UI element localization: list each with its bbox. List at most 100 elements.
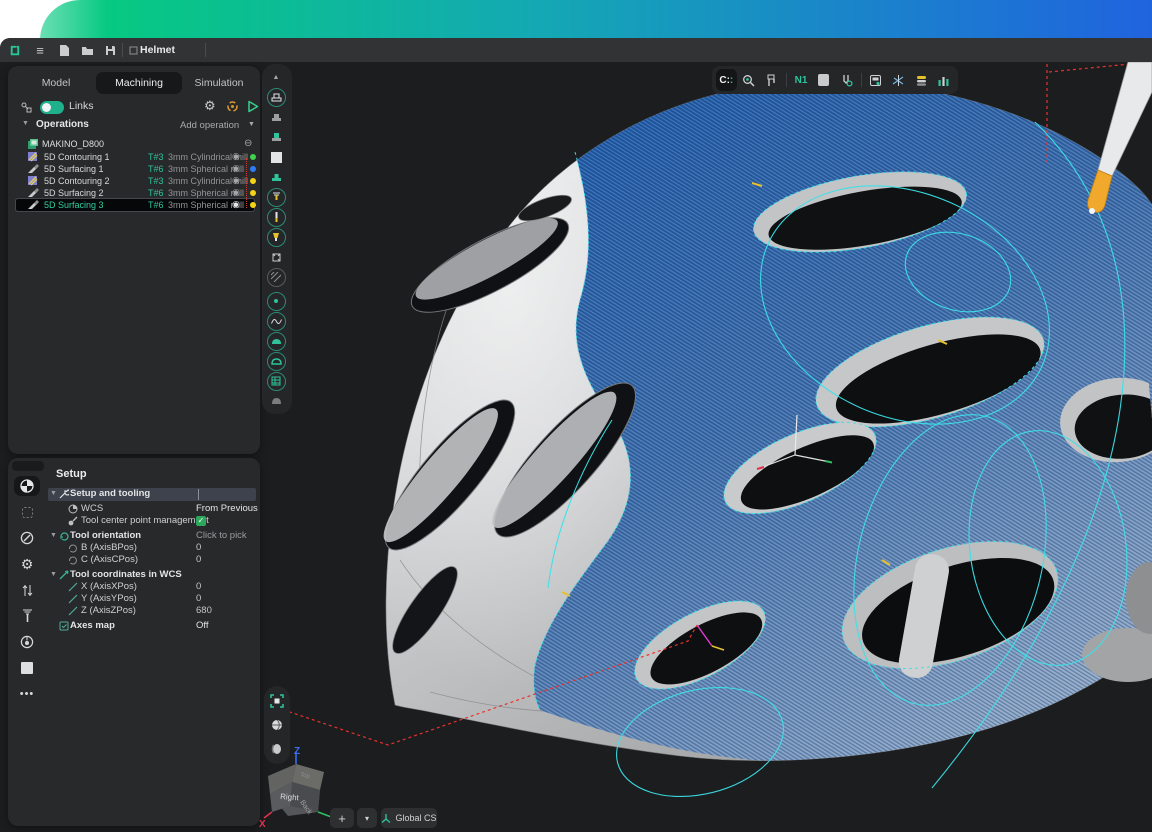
setup-row-value[interactable]: 0 — [196, 593, 201, 605]
machine-visibility-icon[interactable] — [263, 87, 289, 107]
machine-globe-icon[interactable] — [14, 632, 40, 652]
setup-row[interactable]: Y (AxisYPos) 0 — [48, 593, 256, 605]
nc-program-button[interactable]: N1 — [791, 69, 812, 91]
setup-row-section[interactable]: ▼ Tool orientation Click to pick — [48, 530, 256, 542]
chevron-down-icon[interactable]: ▼ — [22, 120, 29, 127]
tool-shank-icon[interactable] — [263, 207, 289, 227]
suppress-icon[interactable]: ⊖ — [244, 137, 252, 150]
setup-row-value[interactable]: From Previous — [196, 503, 258, 515]
links-label: Links — [69, 100, 94, 112]
setup-row[interactable]: Tool center point management ✓ — [48, 515, 256, 527]
collapse-chevron-icon[interactable]: ▲ — [263, 67, 289, 87]
fixture-icon[interactable] — [263, 167, 289, 187]
fit-view-icon[interactable] — [264, 691, 290, 711]
statistics-bars-button[interactable] — [933, 69, 954, 91]
panel-drag-handle[interactable] — [12, 461, 44, 471]
mesh-icon[interactable] — [263, 331, 289, 351]
setup-row-section[interactable]: ▼ Tool coordinates in WCS — [48, 569, 256, 581]
control-panel-button[interactable] — [866, 69, 887, 91]
setup-row-value[interactable]: 0 — [196, 581, 201, 593]
tool-mill-icon[interactable] — [14, 606, 40, 626]
stock-icon[interactable] — [263, 147, 289, 167]
recalculate-icon[interactable] — [226, 100, 239, 113]
axes-cross-button[interactable] — [888, 69, 909, 91]
setup-row[interactable]: WCS From Previous — [48, 503, 256, 515]
tool-holder-icon[interactable] — [263, 227, 289, 247]
tab-machining[interactable]: Machining — [96, 72, 182, 94]
operation-row-selected[interactable]: 5D Surfacing 3 T#6 3mm Spherical mill ◉ — [16, 199, 254, 211]
stock-square-icon[interactable] — [14, 658, 40, 678]
column-splitter[interactable] — [198, 489, 199, 500]
surfacing-op-icon — [28, 188, 39, 198]
workpiece-box-icon[interactable] — [263, 247, 289, 267]
expand-cs-button[interactable]: ▾ — [357, 808, 377, 828]
visibility-eye-icon[interactable]: ◉ — [232, 198, 240, 211]
viewport-3d[interactable] — [260, 62, 1152, 832]
operation-name: 5D Contouring 1 — [44, 151, 110, 163]
operation-row[interactable]: 5D Surfacing 1 T#6 3mm Spherical mill ◉ — [16, 163, 254, 175]
machine-row[interactable]: MAKINO_D800 ⊖ — [16, 138, 254, 150]
tool-center-icon — [68, 516, 78, 526]
operations-header: ▼ Operations Add operation ▼ — [8, 119, 260, 133]
setup-row-value[interactable]: 0 — [196, 542, 201, 554]
wcs-datum-icon[interactable] — [14, 476, 40, 496]
inspect-magnifier-button[interactable] — [739, 69, 760, 91]
setup-row-value[interactable]: Off — [196, 620, 209, 632]
app-logo-icon[interactable] — [6, 42, 22, 58]
setup-row-value[interactable]: 680 — [196, 605, 212, 617]
curves-icon[interactable] — [263, 311, 289, 331]
open-file-icon[interactable] — [79, 42, 95, 58]
surfaces-icon[interactable] — [263, 351, 289, 371]
chevron-down-icon[interactable]: ▼ — [50, 530, 57, 542]
document-tab[interactable]: Helmet — [140, 38, 175, 62]
machine-head-icon[interactable] — [263, 127, 289, 147]
machine-parts-icon[interactable] — [263, 107, 289, 127]
caliper-measure-button[interactable] — [761, 69, 782, 91]
layers-stack-button[interactable] — [911, 69, 932, 91]
setup-row[interactable]: X (AxisXPos) 0 — [48, 581, 256, 593]
run-play-icon[interactable] — [247, 100, 259, 113]
operation-row[interactable]: 5D Surfacing 2 T#6 3mm Spherical mill ◉ — [16, 187, 254, 199]
setup-title: Setup — [56, 468, 87, 480]
setup-row-value[interactable]: Click to pick — [196, 530, 247, 542]
tool-number: T#6 — [148, 187, 164, 199]
operation-row[interactable]: 5D Contouring 1 T#3 3mm Cylindrical mill… — [16, 151, 254, 163]
setup-row[interactable]: B (AxisBPos) 0 — [48, 542, 256, 554]
chevron-down-icon[interactable]: ▼ — [50, 488, 57, 500]
settings-gear-icon[interactable]: ⚙ — [14, 554, 40, 574]
setup-row-header[interactable]: ▼ Setup and tooling — [48, 488, 256, 501]
selection-region-icon[interactable] — [14, 502, 40, 522]
tool-with-gear-button[interactable] — [836, 69, 857, 91]
operation-row[interactable]: 5D Contouring 2 T#3 3mm Cylindrical mill… — [16, 175, 254, 187]
tab-simulation[interactable]: Simulation — [184, 72, 254, 94]
new-file-icon[interactable] — [56, 42, 72, 58]
menu-icon[interactable]: ≡ — [32, 42, 48, 58]
orbit-view-icon[interactable] — [264, 715, 290, 735]
setup-row[interactable]: Z (AxisZPos) 680 — [48, 605, 256, 617]
checkbox-checked[interactable]: ✓ — [196, 516, 206, 526]
setup-row-label: Tool orientation — [70, 530, 141, 542]
links-toggle[interactable] — [40, 101, 64, 114]
setup-row-value[interactable]: 0 — [196, 554, 201, 566]
tab-model[interactable]: Model — [16, 72, 96, 94]
material-hatch-icon[interactable] — [263, 267, 289, 287]
orientation-compass-icon[interactable] — [14, 528, 40, 548]
setup-row[interactable]: C (AxisCPos) 0 — [48, 554, 256, 566]
add-cs-button[interactable]: + — [330, 808, 354, 828]
tool-icon[interactable] — [263, 187, 289, 207]
more-ellipsis-icon[interactable]: ••• — [14, 684, 40, 704]
chevron-down-icon[interactable]: ▼ — [50, 569, 57, 581]
axes-sliders-icon[interactable] — [14, 580, 40, 600]
points-icon[interactable] — [263, 291, 289, 311]
ghost-stock-icon[interactable] — [263, 391, 289, 411]
settings-gear-icon[interactable]: ⚙ — [204, 98, 216, 114]
global-cs-button[interactable]: Global CS — [381, 808, 437, 828]
simulation-compare-button[interactable]: C:: — [716, 69, 737, 91]
axis-x-label: X — [259, 819, 266, 828]
grid-table-icon[interactable] — [263, 371, 289, 391]
setup-row-section[interactable]: Axes map Off — [48, 620, 256, 632]
add-operation-button[interactable]: Add operation — [180, 120, 239, 131]
add-operation-caret-icon[interactable]: ▼ — [248, 121, 255, 128]
stock-block-button[interactable] — [813, 69, 834, 91]
save-file-icon[interactable] — [102, 42, 118, 58]
